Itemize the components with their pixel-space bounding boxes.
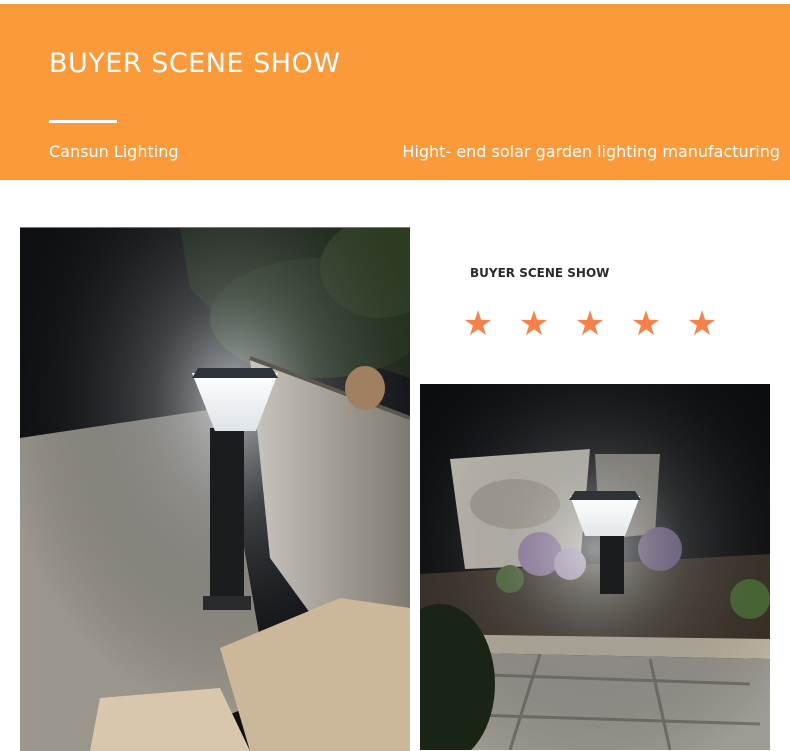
brand-name: Cansun Lighting xyxy=(49,142,179,161)
title-underline xyxy=(49,120,117,123)
star-icon: ★ xyxy=(518,304,550,344)
header-banner: BUYER SCENE SHOW Cansun Lighting Hight- … xyxy=(0,4,790,180)
solar-bollard-light-garden-bed-photo xyxy=(420,384,770,750)
star-icon: ★ xyxy=(686,304,718,344)
brand-tagline: Hight- end solar garden lighting manufac… xyxy=(402,142,780,161)
showcase-title: BUYER SCENE SHOW xyxy=(470,266,610,280)
rating-stars: ★ ★ ★ ★ ★ xyxy=(460,306,730,342)
banner-title: BUYER SCENE SHOW xyxy=(49,48,341,79)
star-icon: ★ xyxy=(574,304,606,344)
solar-bollard-light-walkway-photo xyxy=(20,227,410,751)
star-icon: ★ xyxy=(462,304,494,344)
star-icon: ★ xyxy=(630,304,662,344)
